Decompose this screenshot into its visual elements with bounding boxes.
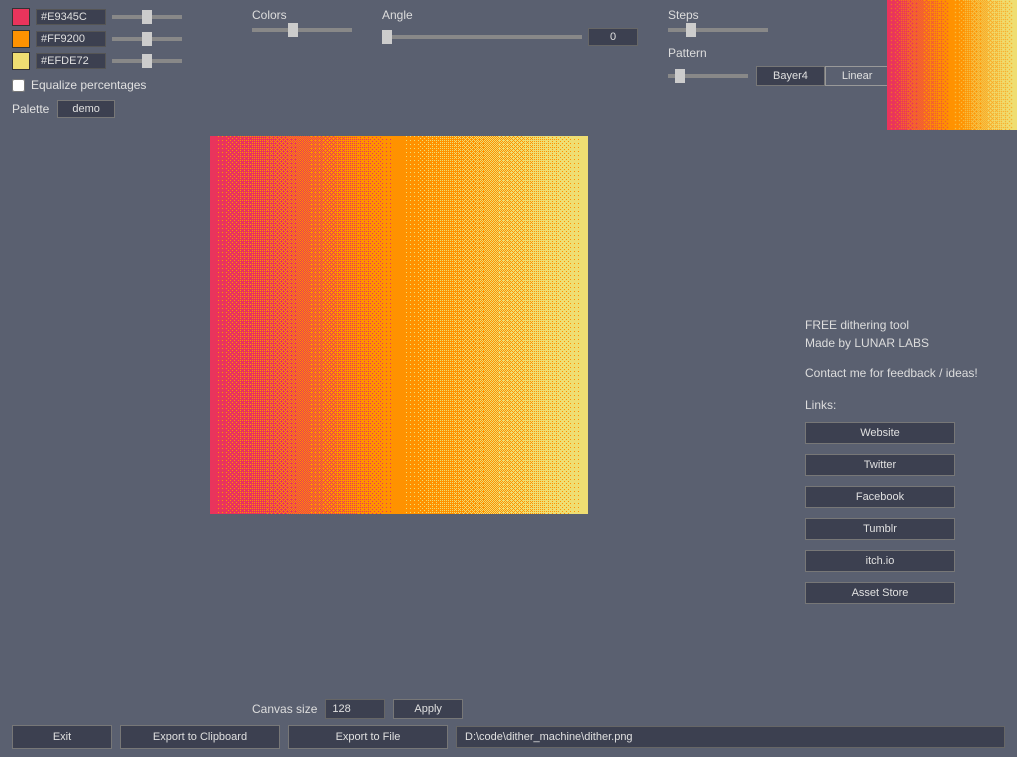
export-clipboard-button[interactable]: Export to Clipboard	[120, 725, 280, 749]
angle-input[interactable]	[588, 28, 638, 46]
pattern-slider[interactable]	[668, 74, 748, 78]
color-row-0: #E9345C	[12, 8, 222, 26]
color-swatch-1[interactable]	[12, 30, 30, 48]
angle-slider[interactable]	[382, 35, 582, 39]
color-label-0: #E9345C	[36, 9, 106, 25]
pattern-buttons: Bayer4 Linear	[756, 66, 889, 86]
color-slider-2[interactable]	[112, 59, 182, 63]
exit-button[interactable]: Exit	[12, 725, 112, 749]
color-label-2: #EFDE72	[36, 53, 106, 69]
color-slider-1[interactable]	[112, 37, 182, 41]
links-label: Links:	[805, 398, 1005, 412]
equalize-row: Equalize percentages	[12, 78, 222, 92]
top-panel: #E9345C #FF9200 #EFDE72 Equalize percent…	[0, 0, 1017, 126]
equalize-checkbox[interactable]	[12, 79, 25, 92]
colors-label: Colors	[252, 8, 352, 22]
colors-ctrl-group: Colors	[252, 8, 352, 86]
pattern-ctrl-group: Pattern Bayer4 Linear	[668, 46, 889, 86]
main-dither-canvas	[210, 136, 588, 514]
color-row-1: #FF9200	[12, 30, 222, 48]
colors-slider[interactable]	[252, 28, 352, 32]
main-area: FREE dithering tool Made by LUNAR LABS C…	[0, 136, 1017, 604]
angle-label: Angle	[382, 8, 638, 22]
canvas-size-row: Canvas size Apply	[252, 699, 1005, 719]
itchio-button[interactable]: itch.io	[805, 550, 955, 572]
asset-store-button[interactable]: Asset Store	[805, 582, 955, 604]
export-row: Exit Export to Clipboard Export to File	[12, 725, 1005, 749]
palette-label: Palette	[12, 102, 49, 116]
dither-canvas-wrap	[12, 136, 785, 604]
pattern-linear-button[interactable]: Linear	[825, 66, 890, 86]
palette-button[interactable]: demo	[57, 100, 115, 118]
info-line1: FREE dithering tool	[805, 316, 1005, 334]
twitter-button[interactable]: Twitter	[805, 454, 955, 476]
apply-button[interactable]: Apply	[393, 699, 463, 719]
pattern-bayer4-button[interactable]: Bayer4	[756, 66, 825, 86]
info-line3: Contact me for feedback / ideas!	[805, 364, 1005, 382]
preview-thumbnail	[887, 0, 1017, 130]
file-path-input[interactable]	[456, 726, 1005, 748]
right-panel: FREE dithering tool Made by LUNAR LABS C…	[805, 136, 1005, 604]
canvas-size-label: Canvas size	[252, 702, 317, 716]
color-swatch-0[interactable]	[12, 8, 30, 26]
canvas-size-input[interactable]	[325, 699, 385, 719]
website-button[interactable]: Website	[805, 422, 955, 444]
steps-ctrl-group: Steps	[668, 8, 889, 32]
info-line2: Made by LUNAR LABS	[805, 334, 1005, 352]
steps-label: Steps	[668, 8, 889, 22]
color-slider-0[interactable]	[112, 15, 182, 19]
color-label-1: #FF9200	[36, 31, 106, 47]
color-row-2: #EFDE72	[12, 52, 222, 70]
tumblr-button[interactable]: Tumblr	[805, 518, 955, 540]
color-swatch-2[interactable]	[12, 52, 30, 70]
facebook-button[interactable]: Facebook	[805, 486, 955, 508]
angle-ctrl-group: Angle	[382, 8, 638, 86]
export-file-button[interactable]: Export to File	[288, 725, 448, 749]
steps-slider[interactable]	[668, 28, 768, 32]
preview-canvas	[887, 0, 1017, 130]
equalize-label: Equalize percentages	[31, 78, 146, 92]
color-list: #E9345C #FF9200 #EFDE72 Equalize percent…	[12, 8, 222, 118]
info-text: FREE dithering tool Made by LUNAR LABS	[805, 316, 1005, 352]
bottom-panel: Canvas size Apply Exit Export to Clipboa…	[0, 691, 1017, 757]
palette-row: Palette demo	[12, 100, 222, 118]
pattern-label: Pattern	[668, 46, 889, 60]
